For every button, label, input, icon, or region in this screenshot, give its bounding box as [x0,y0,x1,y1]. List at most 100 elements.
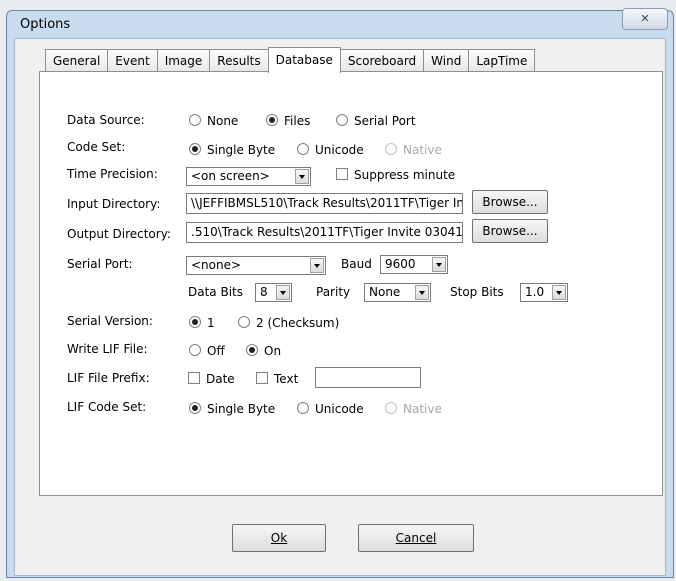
select-value: <on screen> [191,169,270,183]
parity-select[interactable]: None [364,283,431,302]
output-directory-field[interactable]: .510\Track Results\2011TF\Tiger Invite 0… [186,222,463,243]
radio-label: Single Byte [207,402,276,416]
lif-prefix-text-field[interactable] [315,367,421,388]
radio-label: 2 (Checksum) [256,316,340,330]
code-set-native-radio[interactable]: Native [385,143,442,157]
tab-general[interactable]: General [45,49,109,72]
output-directory-browse-button[interactable]: Browse... [472,219,548,243]
radio-label: On [264,344,282,358]
radio-circle [238,316,250,328]
close-button[interactable]: ✕ [622,8,668,30]
select-value: 1.0 [525,285,545,299]
database-tab-panel [39,71,663,496]
data-source-none-radio[interactable]: None [189,114,238,128]
data-source-serial-port-radio[interactable]: Serial Port [336,114,416,128]
stop-bits-label: Stop Bits [450,285,504,299]
lif-prefix-date-checkbox[interactable]: Date [188,372,235,386]
parity-label: Parity [316,285,351,299]
cancel-button[interactable]: Cancel [358,524,474,552]
radio-circle-checked [189,402,201,414]
radio-label: Files [284,114,311,128]
lif-code-set-label: LIF Code Set: [67,400,147,414]
serial-version-2-radio[interactable]: 2 (Checksum) [238,316,339,330]
data-source-label: Data Source: [67,113,145,127]
baud-select[interactable]: 9600 [380,255,448,274]
tab-wind[interactable]: Wind [423,49,470,72]
checkbox-box [336,168,348,180]
radio-circle-checked [246,344,258,356]
radio-label: None [207,114,239,128]
checkbox-label: Text [274,372,299,386]
input-directory-field[interactable]: \\JEFFIBMSL510\Track Results\2011TF\Tige… [186,193,463,214]
radio-label: Unicode [315,402,364,416]
baud-label: Baud [341,257,372,271]
tab-scoreboard[interactable]: Scoreboard [339,49,425,72]
serial-version-label: Serial Version: [67,314,153,328]
checkbox-box [256,372,268,384]
serial-port-select[interactable]: <none> [186,256,326,275]
tab-results[interactable]: Results [209,49,269,72]
radio-circle [297,402,309,414]
tab-strip: General Event Image Results Database Sco… [45,47,536,73]
radio-circle [385,143,397,155]
radio-label: Native [403,143,442,157]
code-set-unicode-radio[interactable]: Unicode [297,143,364,157]
chevron-down-icon [432,257,446,272]
radio-circle-checked [189,316,201,328]
chevron-down-icon [415,285,429,300]
stop-bits-select[interactable]: 1.0 [520,283,568,302]
time-precision-label: Time Precision: [67,167,158,181]
tab-database[interactable]: Database [267,47,341,73]
write-lif-on-radio[interactable]: On [246,344,281,358]
tab-event[interactable]: Event [107,49,158,72]
radio-circle [189,344,201,356]
cancel-button-label: Cancel [395,531,437,545]
radio-label: Serial Port [354,114,416,128]
lif-prefix-label: LIF File Prefix: [67,371,150,385]
lif-prefix-text-checkbox[interactable]: Text [256,372,298,386]
output-directory-label: Output Directory: [67,227,171,241]
tab-laptime[interactable]: LapTime [468,49,536,72]
lif-code-set-single-byte-radio[interactable]: Single Byte [189,402,275,416]
code-set-label: Code Set: [67,140,126,154]
serial-port-label: Serial Port: [67,257,133,271]
input-directory-browse-button[interactable]: Browse... [472,190,548,214]
checkbox-box [188,372,200,384]
serial-version-1-radio[interactable]: 1 [189,316,215,330]
select-value: 8 [260,285,268,299]
checkbox-label: Date [206,372,235,386]
close-icon: ✕ [640,12,650,25]
radio-circle [336,114,348,126]
data-bits-select[interactable]: 8 [255,283,292,302]
lif-code-set-unicode-radio[interactable]: Unicode [297,402,364,416]
data-source-files-radio[interactable]: Files [266,114,310,128]
chevron-down-icon [295,169,309,184]
tab-image[interactable]: Image [156,49,211,72]
select-value: <none> [191,258,242,272]
time-precision-select[interactable]: <on screen> [186,167,311,186]
select-value: None [369,285,401,299]
select-value: 9600 [385,257,416,271]
lif-code-set-native-radio[interactable]: Native [385,402,442,416]
radio-label: Single Byte [207,143,276,157]
radio-label: Off [207,344,225,358]
data-bits-label: Data Bits [188,285,243,299]
ok-button-label: Ok [270,531,288,545]
radio-label: Unicode [315,143,364,157]
radio-circle-checked [189,143,201,155]
suppress-minute-checkbox[interactable]: Suppress minute [336,168,455,182]
code-set-single-byte-radio[interactable]: Single Byte [189,143,275,157]
radio-circle [385,402,397,414]
write-lif-label: Write LIF File: [67,342,148,356]
chevron-down-icon [310,258,324,273]
chevron-down-icon [276,285,290,300]
window-title: Options [20,17,71,32]
checkbox-label: Suppress minute [354,168,456,182]
write-lif-off-radio[interactable]: Off [189,344,225,358]
radio-label: Native [403,402,442,416]
input-directory-label: Input Directory: [67,197,161,211]
ok-button[interactable]: Ok [232,524,326,552]
radio-circle [189,114,201,126]
radio-circle-checked [266,114,278,126]
radio-circle [297,143,309,155]
